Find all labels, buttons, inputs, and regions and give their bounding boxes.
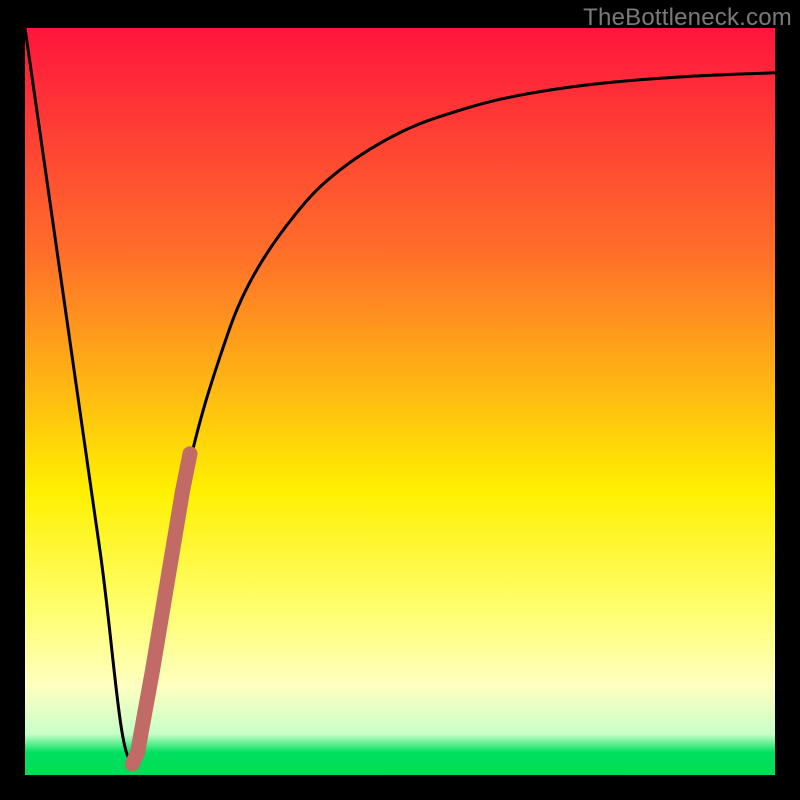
plot-area (25, 28, 775, 775)
chart-svg (25, 28, 775, 775)
gradient-background (25, 28, 775, 775)
chart-frame: TheBottleneck.com (0, 0, 800, 800)
